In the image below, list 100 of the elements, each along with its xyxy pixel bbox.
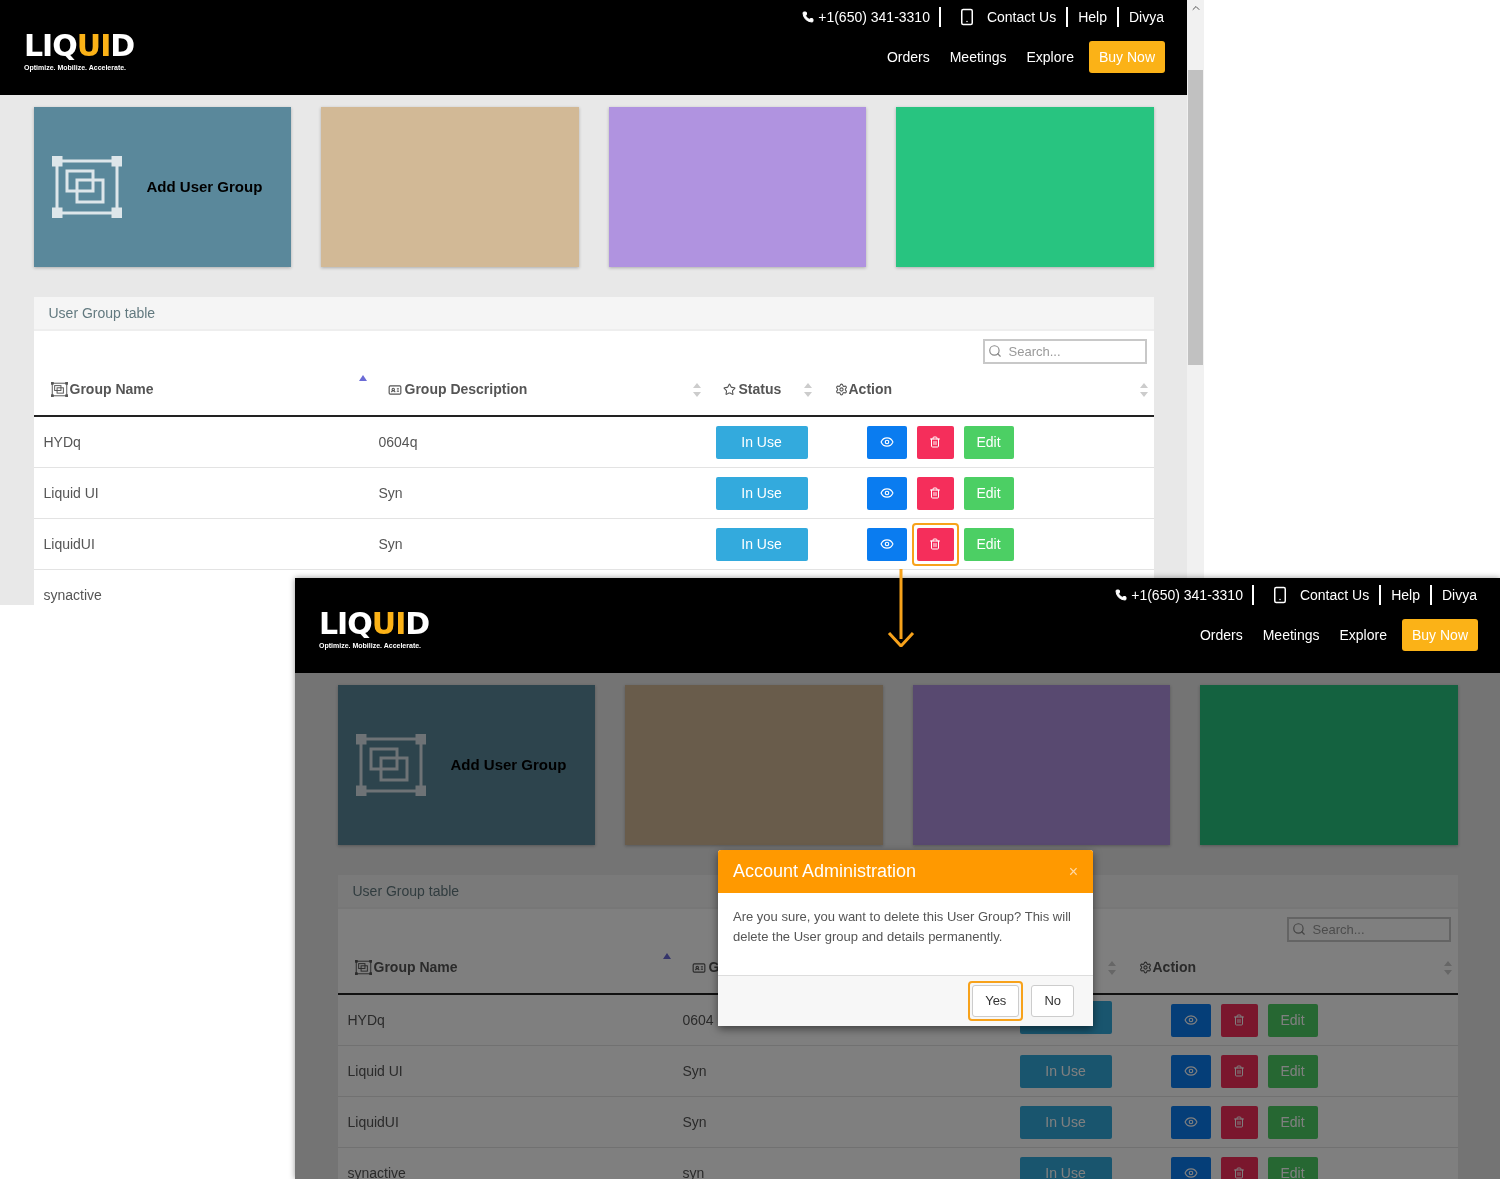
nav-link[interactable]: Orders: [886, 46, 930, 68]
gear-icon: [834, 383, 848, 396]
group-icon: [355, 734, 426, 796]
sort-icon[interactable]: [1139, 382, 1148, 397]
delete-button[interactable]: [1220, 1003, 1258, 1037]
nav-link[interactable]: Meetings: [949, 46, 1007, 68]
column-header[interactable]: Status: [738, 379, 782, 400]
table-cell-text: Liquid UI: [346, 1061, 404, 1081]
logo-wordmark[interactable]: LIQUID: [319, 609, 430, 639]
header-link[interactable]: Help: [1390, 584, 1421, 606]
trash-icon: [929, 538, 941, 550]
scrollbar[interactable]: [1187, 0, 1204, 578]
gear-icon: [1138, 961, 1152, 974]
dialog-message: Are you sure, you want to delete this User Group? This will delete the User group and details permanently.: [733, 908, 1072, 946]
nav-link[interactable]: Explore: [1026, 46, 1074, 68]
table-cell: 0604: [682, 1011, 714, 1028]
tile[interactable]: [321, 107, 579, 267]
table-cell-text: HYDq: [346, 1010, 386, 1030]
table-cell-text: Liquid UI: [42, 483, 100, 503]
column-header[interactable]: Action: [1152, 957, 1197, 978]
phone-number: +1(650) 341-3310: [818, 7, 930, 27]
trash-icon: [1233, 1116, 1245, 1128]
tile-label: Add User Group: [450, 754, 567, 775]
view-button[interactable]: [1170, 1156, 1211, 1179]
tile-label: Add User Group: [146, 176, 263, 197]
star-icon: [722, 383, 736, 396]
table-cell-text: synactive: [42, 585, 103, 605]
sort-ascending-icon[interactable]: [662, 953, 671, 959]
table-cell: Syn: [378, 535, 403, 552]
sort-icon[interactable]: [803, 382, 812, 397]
delete-button[interactable]: [911, 522, 959, 566]
tile[interactable]: [608, 107, 866, 267]
eye-icon: [879, 537, 894, 551]
eye-icon: [879, 486, 894, 500]
tile[interactable]: [1200, 685, 1458, 845]
eye-icon: [1183, 1166, 1198, 1179]
nav-link[interactable]: Orders: [1199, 624, 1243, 646]
search-field[interactable]: Search...: [982, 339, 1147, 364]
table-cell-text: HYDq: [42, 432, 82, 452]
phone-icon: [802, 11, 815, 23]
group-icon: [50, 382, 68, 397]
dialog-title: Account Administration: [733, 860, 917, 883]
view-button[interactable]: [866, 527, 907, 561]
sort-icon[interactable]: [1443, 960, 1452, 975]
eye-icon: [1183, 1013, 1198, 1027]
header-link[interactable]: Divya: [1441, 584, 1478, 606]
table-cell: 0604q: [378, 433, 418, 450]
table-cell-text: LiquidUI: [42, 534, 96, 554]
nav-link[interactable]: Meetings: [1262, 624, 1320, 646]
logo-wordmark[interactable]: LIQUID: [24, 31, 135, 61]
nav-link[interactable]: Explore: [1339, 624, 1387, 646]
header-link[interactable]: Divya: [1128, 6, 1165, 28]
search-icon: [987, 344, 1002, 358]
header-link[interactable]: Contact Us: [1298, 584, 1371, 606]
eye-icon: [1183, 1064, 1198, 1078]
table-cell: Syn: [378, 484, 403, 501]
tile[interactable]: [912, 685, 1170, 845]
id-card-icon: [690, 960, 707, 975]
view-button[interactable]: [866, 425, 907, 459]
phone-icon: [1115, 589, 1128, 601]
column-header[interactable]: Action: [848, 379, 893, 400]
delete-button[interactable]: [916, 476, 954, 510]
column-header[interactable]: Group Description: [404, 379, 528, 400]
group-icon: [354, 960, 372, 975]
table-cell: Syn: [682, 1062, 707, 1079]
dialog-button[interactable]: No: [1031, 985, 1074, 1017]
trash-icon: [929, 487, 941, 499]
column-header[interactable]: Group Name: [69, 379, 154, 400]
tile[interactable]: Add User Group: [33, 107, 291, 267]
header-link[interactable]: Help: [1077, 6, 1108, 28]
delete-button[interactable]: [1220, 1105, 1258, 1139]
search-icon: [1291, 922, 1306, 936]
view-button[interactable]: [1170, 1105, 1211, 1139]
sort-icon[interactable]: [1107, 960, 1116, 975]
view-button[interactable]: [1170, 1003, 1211, 1037]
id-card-icon: [386, 382, 403, 397]
delete-button[interactable]: [916, 425, 954, 459]
view-button[interactable]: [1170, 1054, 1211, 1088]
sort-ascending-icon[interactable]: [358, 375, 367, 381]
trash-icon: [1233, 1065, 1245, 1077]
sort-icon[interactable]: [692, 382, 701, 397]
delete-button[interactable]: [1220, 1156, 1258, 1179]
delete-button[interactable]: [1220, 1054, 1258, 1088]
phone-number: +1(650) 341-3310: [1131, 585, 1243, 605]
panel-title: User Group table: [48, 303, 156, 323]
eye-icon: [1183, 1115, 1198, 1129]
dialog-button[interactable]: Yes: [968, 981, 1024, 1021]
scrollbar-thumb[interactable]: [1188, 70, 1203, 365]
table-cell: Syn: [682, 1113, 707, 1130]
tile[interactable]: [896, 107, 1154, 267]
header-link[interactable]: Contact Us: [985, 6, 1058, 28]
panel-title: User Group table: [352, 881, 460, 901]
table-cell-text: LiquidUI: [346, 1112, 400, 1132]
trash-icon: [1233, 1014, 1245, 1026]
view-button[interactable]: [866, 476, 907, 510]
trash-icon: [1233, 1167, 1245, 1179]
trash-icon: [929, 436, 941, 448]
tile[interactable]: [625, 685, 883, 845]
group-icon: [51, 156, 122, 218]
column-header[interactable]: Group Name: [373, 957, 458, 978]
